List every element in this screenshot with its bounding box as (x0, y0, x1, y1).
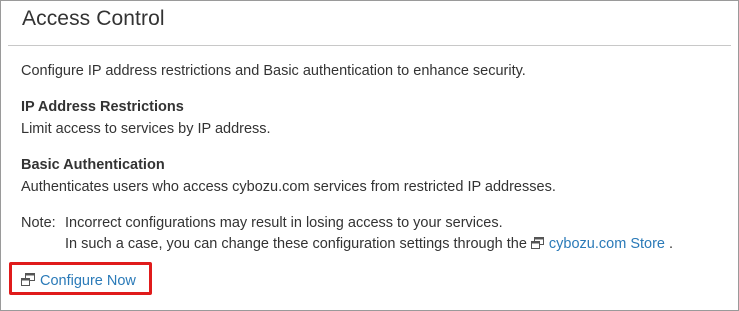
cybozu-store-link-label: cybozu.com Store (548, 236, 665, 252)
cybozu-store-link[interactable]: cybozu.com Store (530, 236, 669, 252)
title-divider (8, 45, 731, 46)
configure-now-label: Configure Now (40, 273, 136, 289)
page-title: Access Control (22, 7, 165, 30)
access-control-panel: Access Control Configure IP address rest… (0, 0, 739, 311)
ip-restrictions-heading: IP Address Restrictions (21, 99, 184, 115)
note-line-2: In such a case, you can change these con… (65, 236, 673, 252)
note-line-2-text: In such a case, you can change these con… (65, 236, 527, 252)
note-label: Note: (21, 215, 56, 231)
ip-restrictions-description: Limit access to services by IP address. (21, 121, 271, 137)
basic-auth-heading: Basic Authentication (21, 157, 165, 173)
external-window-icon (21, 273, 35, 286)
configure-now-link[interactable]: Configure Now (21, 273, 136, 289)
intro-text: Configure IP address restrictions and Ba… (21, 63, 526, 79)
note-line-1: Incorrect configurations may result in l… (65, 215, 503, 231)
external-window-icon (530, 237, 544, 249)
basic-auth-description: Authenticates users who access cybozu.co… (21, 179, 556, 195)
note-line-2-period: . (669, 236, 674, 252)
